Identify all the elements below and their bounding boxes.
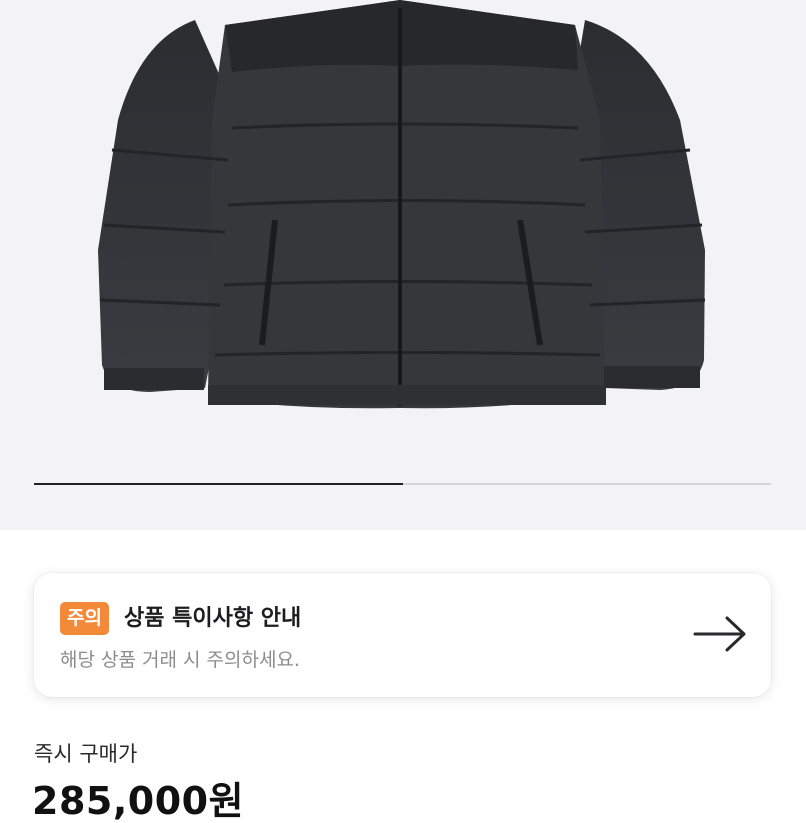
notice-subtitle: 해당 상품 거래 시 주의하세요. bbox=[60, 649, 300, 671]
notice-title: 상품 특이사항 안내 bbox=[124, 606, 302, 631]
instant-buy-price: 285,000원 bbox=[32, 779, 245, 823]
product-gallery[interactable] bbox=[0, 0, 806, 530]
product-image[interactable] bbox=[0, 0, 806, 470]
image-progress-fill bbox=[34, 483, 403, 485]
notice-card[interactable]: 주의 상품 특이사항 안내 해당 상품 거래 시 주의하세요. bbox=[34, 573, 771, 697]
instant-buy-price-label: 즉시 구매가 bbox=[34, 742, 138, 766]
warning-badge: 주의 bbox=[60, 602, 109, 635]
image-progress-track bbox=[34, 483, 771, 485]
arrow-right-icon[interactable] bbox=[693, 616, 747, 652]
